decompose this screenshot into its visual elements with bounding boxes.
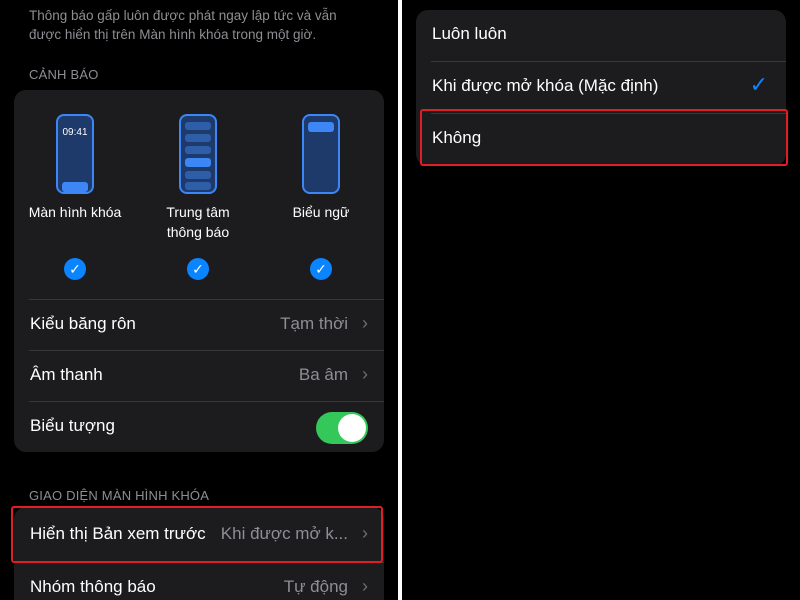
badges-row: Biểu tượng [14, 402, 384, 453]
option-when-unlocked[interactable]: Khi được mở khóa (Mặc định) ✓ [416, 62, 786, 113]
banner-style-value: Tạm thời [280, 314, 348, 333]
notification-settings-panel: Thông báo gấp luôn được phát ngay lập tứ… [0, 0, 398, 600]
lock-screen-appearance-header: GIAO DIỆN MÀN HÌNH KHÓA [29, 488, 210, 503]
chevron-right-icon: › [362, 313, 368, 333]
lock-screen-time: 09:41 [62, 127, 88, 138]
lock-screen-label: Màn hình khóa [28, 204, 122, 220]
toggle-knob [338, 414, 366, 442]
badges-label: Biểu tượng [30, 416, 115, 435]
lock-screen-checkmark-icon[interactable]: ✓ [64, 258, 86, 280]
selected-checkmark-icon: ✓ [749, 72, 768, 97]
option-always[interactable]: Luôn luôn [416, 10, 786, 61]
notification-grouping-row[interactable]: Nhóm thông báo Tự động › [14, 563, 384, 600]
banner-icon[interactable] [302, 114, 340, 194]
notification-grouping-label: Nhóm thông báo [30, 577, 156, 596]
alerts-section-header: CẢNH BÁO [29, 67, 99, 82]
preview-options-panel: Luôn luôn Khi được mở khóa (Mặc định) ✓ … [402, 0, 800, 600]
notification-center-checkmark-icon[interactable]: ✓ [187, 258, 209, 280]
sounds-value: Ba âm [298, 365, 348, 384]
banner-label: Biểu ngữ [292, 204, 350, 220]
sounds-label: Âm thanh [30, 365, 103, 384]
alerts-card: 09:41 Màn hình khóa ✓ Trung tâm thông bá… [14, 90, 384, 452]
notification-center-icon[interactable] [179, 114, 217, 194]
option-never-highlight-box [420, 109, 788, 166]
notification-center-label: Trung tâm thông báo [166, 204, 230, 240]
show-previews-highlight-box [11, 506, 383, 563]
notification-grouping-value: Tự động [283, 577, 348, 596]
option-always-label: Luôn luôn [432, 24, 507, 43]
banner-style-label: Kiểu băng rôn [30, 314, 136, 333]
option-when-unlocked-label: Khi được mở khóa (Mặc định) [432, 76, 659, 95]
banner-checkmark-icon[interactable]: ✓ [310, 258, 332, 280]
chevron-right-icon: › [362, 364, 368, 384]
sounds-row[interactable]: Âm thanh Ba âm › [14, 351, 384, 402]
banner-style-row[interactable]: Kiểu băng rôn Tạm thời › [14, 300, 384, 351]
lock-screen-icon[interactable]: 09:41 [56, 114, 94, 194]
chevron-right-icon: › [362, 576, 368, 596]
time-sensitive-description: Thông báo gấp luôn được phát ngay lập tứ… [29, 8, 337, 42]
badges-toggle[interactable] [316, 412, 368, 444]
